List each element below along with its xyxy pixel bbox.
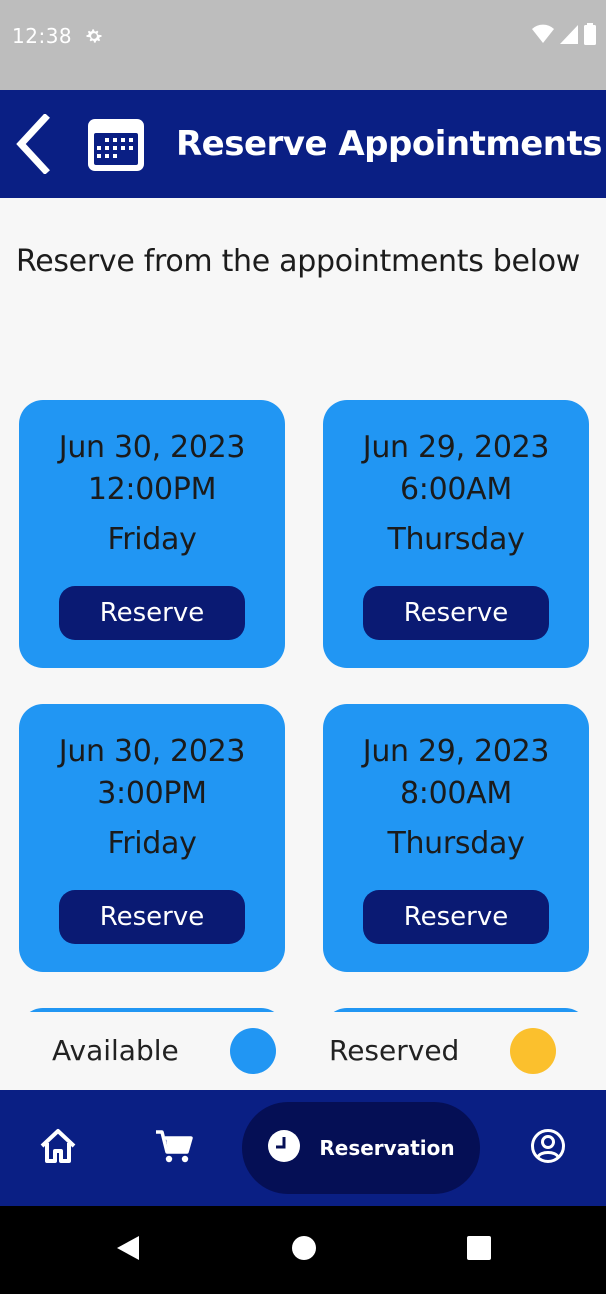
appointment-time: 3:00PM [97, 776, 207, 811]
appointment-day: Friday [107, 522, 197, 557]
settings-gear-icon [84, 26, 104, 46]
nav-account[interactable] [528, 1128, 568, 1168]
battery-icon [584, 23, 596, 49]
reserve-button[interactable]: Reserve [363, 890, 549, 944]
appointment-card: Jun 29, 2023 8:00AM Thursday Reserve [323, 704, 589, 972]
page-title: Reserve Appointments [176, 124, 603, 164]
status-bar: 12:38 [0, 0, 606, 90]
reserve-button[interactable]: Reserve [59, 586, 245, 640]
system-home-button[interactable] [286, 1232, 322, 1268]
appointment-card: Jun 30, 2023 3:00PM Friday Reserve [19, 704, 285, 972]
home-icon [38, 1126, 78, 1170]
triangle-back-icon [115, 1234, 141, 1266]
appointment-card: Jun 30, 2023 12:00PM Friday Reserve [19, 400, 285, 668]
calendar-icon [86, 117, 146, 173]
nav-cart[interactable] [154, 1128, 194, 1168]
appointment-time: 8:00AM [400, 776, 512, 811]
reserve-button[interactable]: Reserve [59, 890, 245, 944]
appointment-day: Friday [107, 826, 197, 861]
appointment-day: Thursday [387, 522, 525, 557]
legend-available-dot [230, 1028, 276, 1074]
appointment-time: 6:00AM [400, 472, 512, 507]
clock-icon [267, 1129, 301, 1167]
nav-reservation[interactable]: Reservation [242, 1102, 480, 1194]
nav-home[interactable] [38, 1128, 78, 1168]
legend-reserved-label: Reserved [329, 1034, 460, 1067]
appointment-date: Jun 30, 2023 [58, 734, 246, 769]
reserve-button[interactable]: Reserve [363, 586, 549, 640]
square-recents-icon [466, 1235, 492, 1265]
circle-home-icon [291, 1235, 317, 1265]
cart-icon [154, 1126, 194, 1170]
chevron-left-icon [15, 113, 51, 178]
system-back-button[interactable] [110, 1232, 146, 1268]
wifi-icon [532, 24, 554, 48]
app-bar: Reserve Appointments [0, 90, 606, 198]
system-recents-button[interactable] [461, 1232, 497, 1268]
appointment-card: Jun 29, 2023 6:00AM Thursday Reserve [323, 400, 589, 668]
nav-reservation-label: Reservation [319, 1136, 455, 1160]
appointment-date: Jun 30, 2023 [58, 430, 246, 465]
appointment-day: Thursday [387, 826, 525, 861]
status-legend: Available Reserved [0, 1012, 606, 1090]
legend-available-label: Available [52, 1034, 179, 1067]
appointment-grid: Jun 30, 2023 12:00PM Friday Reserve Jun … [0, 398, 606, 1012]
back-button[interactable] [8, 113, 58, 178]
signal-icon [560, 24, 578, 48]
appointment-date: Jun 29, 2023 [362, 430, 550, 465]
appointment-time: 12:00PM [87, 472, 217, 507]
status-time: 12:38 [12, 24, 73, 48]
appointment-date: Jun 29, 2023 [362, 734, 550, 769]
bottom-navigation: Reservation [0, 1090, 606, 1206]
system-navigation-bar [0, 1206, 606, 1294]
account-icon [530, 1128, 566, 1168]
instruction-text: Reserve from the appointments below [16, 244, 581, 279]
legend-reserved-dot [510, 1028, 556, 1074]
